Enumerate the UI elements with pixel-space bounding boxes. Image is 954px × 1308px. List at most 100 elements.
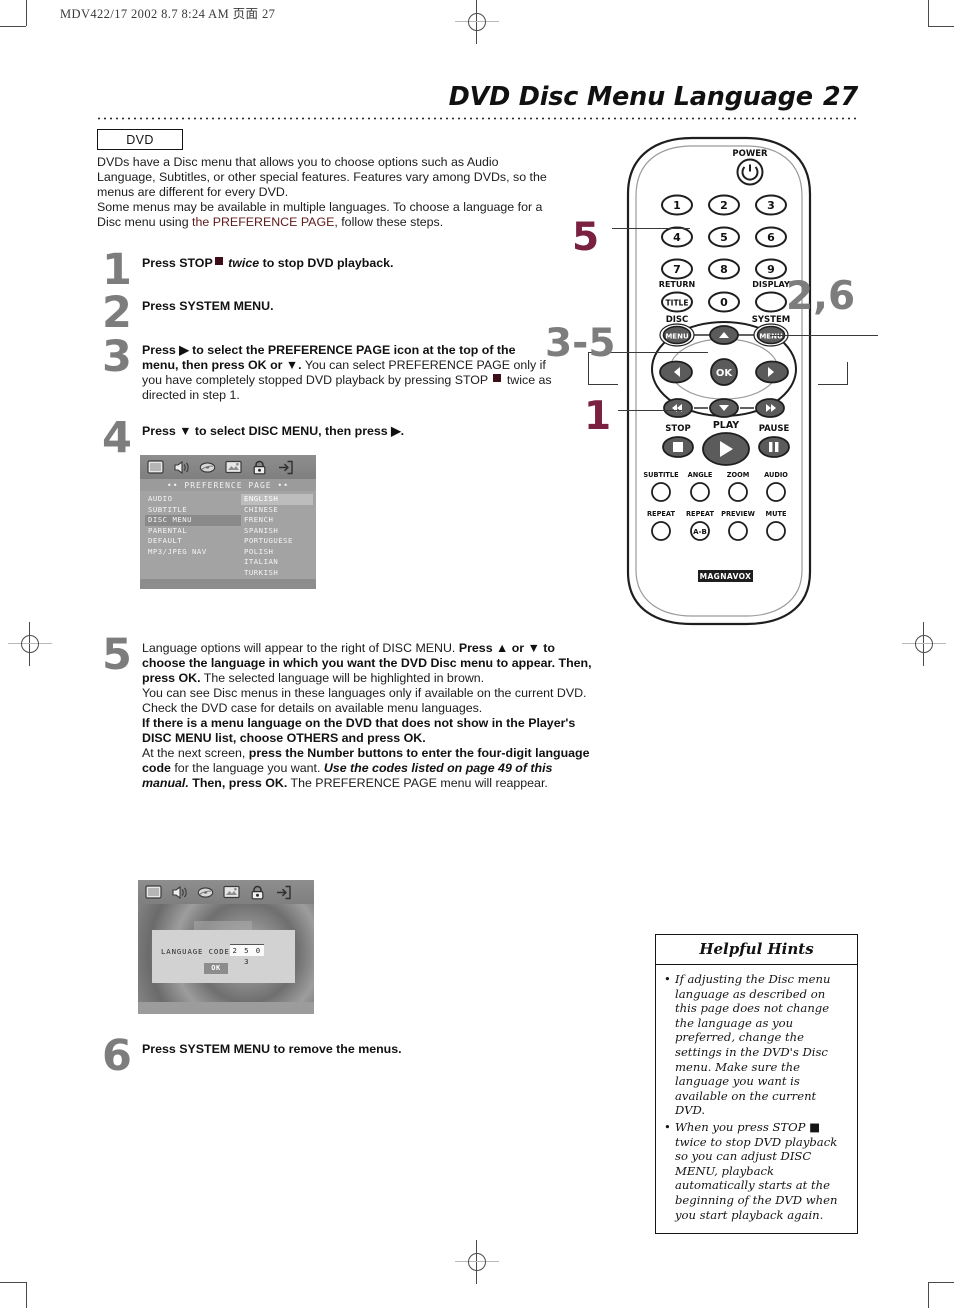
tv-screenshot-preference-page: •• PREFERENCE PAGE •• AUDIO SUBTITLE DIS… bbox=[140, 455, 316, 589]
svg-text:REPEAT: REPEAT bbox=[686, 510, 715, 518]
page-number: 27 bbox=[822, 82, 858, 112]
registration-mark-right bbox=[902, 622, 946, 666]
page-title-text: DVD Disc Menu Language bbox=[448, 82, 813, 112]
crop-mark-bottom-right bbox=[902, 1256, 954, 1308]
svg-text:PREVIEW: PREVIEW bbox=[721, 510, 755, 518]
svg-text:OK: OK bbox=[716, 368, 734, 379]
language-option-chinese[interactable]: CHINESE bbox=[241, 505, 313, 516]
language-code-input[interactable]: 2 5 0 3 bbox=[230, 944, 264, 966]
language-option-english[interactable]: ENGLISH bbox=[241, 494, 313, 505]
helpful-hints-list: If adjusting the Disc menu language as d… bbox=[656, 965, 857, 1233]
disc-icon bbox=[199, 460, 216, 475]
stop-square-icon bbox=[214, 257, 223, 265]
lock-parental-icon bbox=[249, 885, 266, 900]
menu-item-mp3-jpeg-nav[interactable]: MP3/JPEG NAV bbox=[145, 547, 241, 558]
svg-text:8: 8 bbox=[720, 263, 728, 276]
leader-line-3-5-horiz-2 bbox=[588, 384, 618, 386]
menu-item-audio[interactable]: AUDIO bbox=[145, 494, 241, 505]
step-6-body: Press SYSTEM MENU to remove the menus. bbox=[142, 1042, 555, 1057]
step-4-body: Press ▼ to select DISC MENU, then press … bbox=[142, 424, 555, 439]
menu-item-parental[interactable]: PARENTAL bbox=[145, 526, 241, 537]
registration-mark-left bbox=[8, 622, 52, 666]
svg-text:PLAY: PLAY bbox=[713, 420, 739, 431]
leader-line-5 bbox=[612, 228, 690, 230]
step-5-body: Language options will appear to the righ… bbox=[142, 641, 593, 791]
svg-text:ANGLE: ANGLE bbox=[688, 471, 713, 479]
step-3-body: Press ▶ to select the PREFERENCE PAGE ic… bbox=[142, 343, 555, 403]
svg-text:SUBTITLE: SUBTITLE bbox=[643, 471, 679, 479]
leader-line-1 bbox=[618, 410, 682, 412]
language-code-icon-bar bbox=[138, 880, 314, 904]
svg-text:MUTE: MUTE bbox=[766, 510, 787, 518]
language-options-list: ENGLISH CHINESE FRENCH SPANISH PORTUGUES… bbox=[241, 494, 313, 578]
callout-1: 1 bbox=[584, 394, 612, 439]
lock-parental-icon bbox=[251, 460, 268, 475]
svg-text:2: 2 bbox=[720, 199, 728, 212]
menu-item-subtitle[interactable]: SUBTITLE bbox=[145, 505, 241, 516]
page-title: DVD Disc Menu Language 27 bbox=[448, 82, 859, 112]
svg-text:9: 9 bbox=[767, 263, 775, 276]
step-1-italic: twice bbox=[228, 256, 260, 270]
registration-mark-top bbox=[455, 0, 499, 44]
svg-text:PAUSE: PAUSE bbox=[759, 424, 790, 434]
video-preference-icon bbox=[225, 460, 242, 475]
preference-menu-items: AUDIO SUBTITLE DISC MENU PARENTAL DEFAUL… bbox=[145, 494, 241, 557]
callout-3-5: 3-5 bbox=[545, 321, 616, 366]
speaker-audio-icon bbox=[171, 885, 188, 900]
language-option-polish[interactable]: POLISH bbox=[241, 547, 313, 558]
title-divider bbox=[96, 117, 858, 120]
svg-text:1: 1 bbox=[673, 199, 681, 212]
step-4-number: 4 bbox=[102, 413, 132, 463]
language-option-spanish[interactable]: SPANISH bbox=[241, 526, 313, 537]
step-5-bold-j: Then, press OK. bbox=[188, 776, 288, 790]
step-1-bold-c: to stop DVD playback. bbox=[262, 256, 394, 270]
language-option-french[interactable]: FRENCH bbox=[241, 515, 313, 526]
remote-control-svg: POWER 1 2 3 4 5 6 7 8 9 RETURN TITLE 0 D… bbox=[626, 136, 812, 626]
svg-text:MENU: MENU bbox=[665, 332, 689, 340]
preference-icon-bar bbox=[140, 455, 316, 479]
language-code-ok-button[interactable]: OK bbox=[204, 963, 228, 974]
callout-2-6: 2,6 bbox=[786, 274, 856, 319]
speaker-audio-icon bbox=[173, 460, 190, 475]
preference-page-title: •• PREFERENCE PAGE •• bbox=[140, 479, 316, 491]
step-5-plain-h: for the language you want. bbox=[170, 761, 324, 775]
remote-control-diagram: POWER 1 2 3 4 5 6 7 8 9 RETURN TITLE 0 D… bbox=[588, 132, 900, 632]
manual-page: MDV422/17 2002 8.7 8:24 AM 页面 27 DVD Dis… bbox=[0, 0, 954, 1308]
print-slug: MDV422/17 2002 8.7 8:24 AM 页面 27 bbox=[60, 7, 276, 21]
intro-paragraph-1: DVDs have a Disc menu that allows you to… bbox=[97, 155, 547, 199]
registration-mark-bottom bbox=[455, 1240, 499, 1284]
svg-text:POWER: POWER bbox=[732, 149, 768, 159]
svg-text:MENU: MENU bbox=[759, 332, 783, 340]
intro-text: DVDs have a Disc menu that allows you to… bbox=[97, 155, 557, 230]
dvd-badge: DVD bbox=[97, 129, 183, 150]
step-1-body: Press STOP twice to stop DVD playback. bbox=[142, 256, 555, 271]
tv-screen-icon bbox=[145, 884, 162, 900]
step-2-bold-a: Press SYSTEM MENU. bbox=[142, 299, 274, 313]
tv-screenshot-language-code: LANGUAGE CODE 2 5 0 3 OK bbox=[138, 880, 314, 1014]
language-option-portuguese[interactable]: PORTUGUESE bbox=[241, 536, 313, 547]
svg-text:5: 5 bbox=[720, 231, 728, 244]
svg-text:0: 0 bbox=[720, 296, 728, 309]
language-option-turkish[interactable]: TURKISH bbox=[241, 568, 313, 579]
step-5-number: 5 bbox=[102, 630, 132, 680]
dvd-badge-label: DVD bbox=[126, 132, 154, 147]
crop-mark-bottom-left bbox=[0, 1256, 52, 1308]
step-6-bold-a: Press SYSTEM MENU to remove the menus. bbox=[142, 1042, 402, 1056]
svg-text:ZOOM: ZOOM bbox=[727, 471, 750, 479]
stop-square-icon bbox=[493, 374, 502, 382]
language-option-italian[interactable]: ITALIAN bbox=[241, 557, 313, 568]
menu-item-disc-menu[interactable]: DISC MENU bbox=[145, 515, 241, 526]
svg-text:REPEAT: REPEAT bbox=[647, 510, 676, 518]
svg-text:6: 6 bbox=[767, 231, 775, 244]
step-3-number: 3 bbox=[102, 332, 132, 382]
exit-icon bbox=[277, 460, 294, 475]
svg-text:4: 4 bbox=[673, 231, 681, 244]
svg-text:A-B: A-B bbox=[693, 528, 707, 536]
step-5-plain-k: The PREFERENCE PAGE menu will reappear. bbox=[287, 776, 548, 790]
step-1-number: 1 bbox=[102, 245, 132, 295]
svg-text:STOP: STOP bbox=[665, 424, 690, 434]
leader-line-3-5-right-vert bbox=[847, 362, 849, 384]
svg-text:MAGNAVOX: MAGNAVOX bbox=[700, 572, 752, 581]
menu-item-default[interactable]: DEFAULT bbox=[145, 536, 241, 547]
helpful-hints-box: Helpful Hints If adjusting the Disc menu… bbox=[655, 934, 858, 1235]
